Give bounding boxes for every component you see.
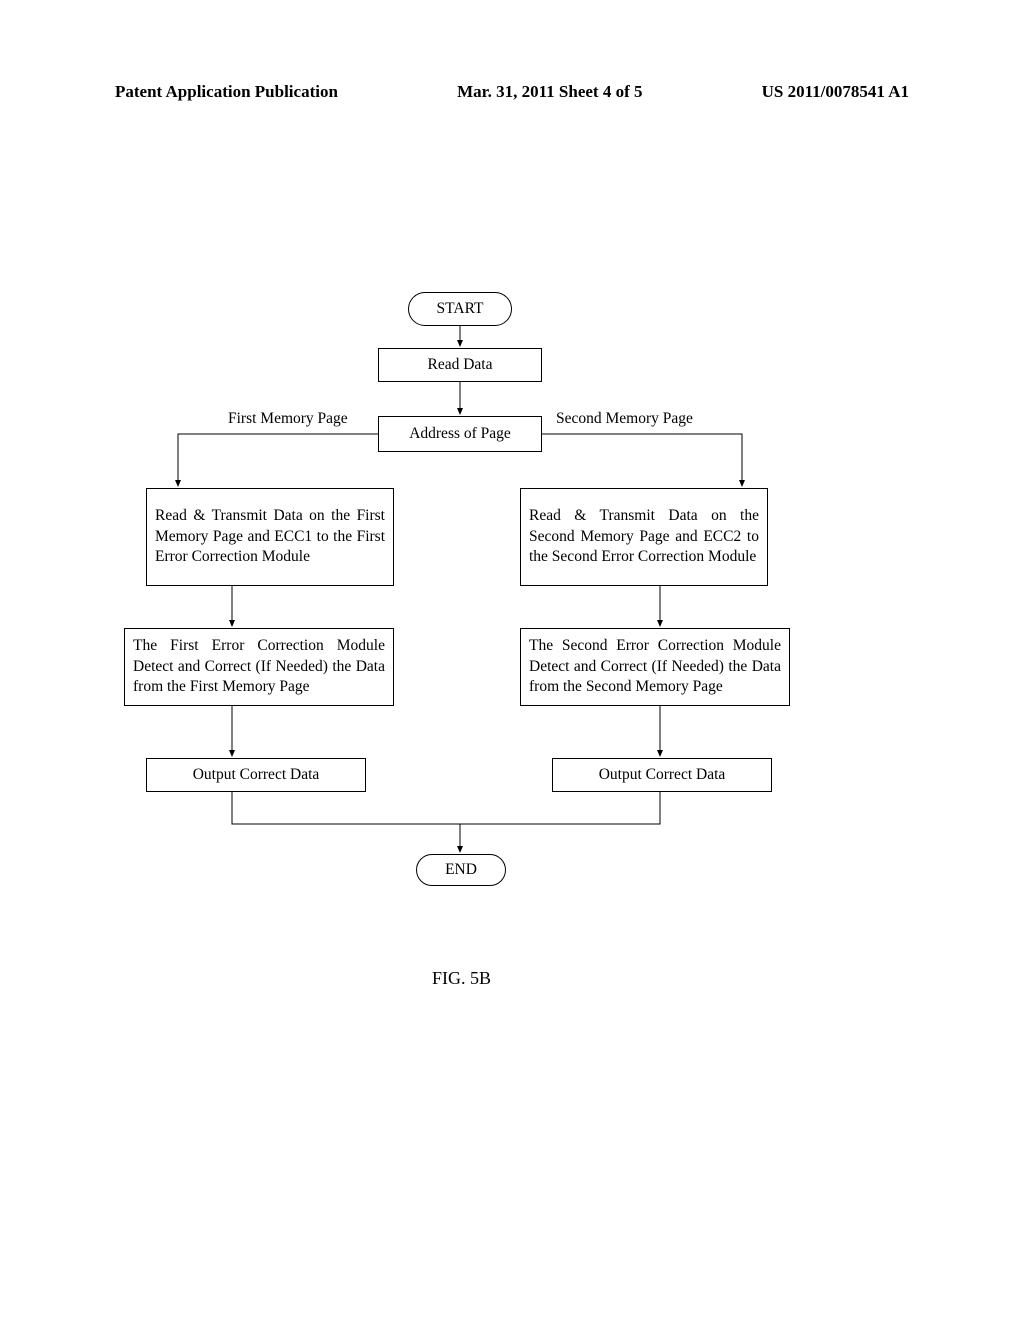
step-read-data: Read Data: [378, 348, 542, 382]
terminal-start: START: [408, 292, 512, 326]
step-right-detect-correct: The Second Error Correction Module Detec…: [520, 628, 790, 706]
step-left-read-transmit-label: Read & Transmit Data on the First Memory…: [155, 506, 385, 569]
terminal-end-label: END: [445, 861, 477, 879]
step-left-output-label: Output Correct Data: [193, 766, 320, 784]
branch-label-second-memory-page: Second Memory Page: [556, 410, 693, 428]
step-left-output: Output Correct Data: [146, 758, 366, 792]
terminal-start-label: START: [437, 300, 484, 318]
decision-address-label: Address of Page: [409, 425, 511, 443]
header-right: US 2011/0078541 A1: [762, 82, 909, 102]
header-left: Patent Application Publication: [115, 82, 338, 102]
step-right-read-transmit-label: Read & Transmit Data on the Second Memor…: [529, 506, 759, 569]
page-header: Patent Application Publication Mar. 31, …: [115, 82, 909, 102]
figure-caption: FIG. 5B: [432, 968, 491, 989]
decision-address-of-page: Address of Page: [378, 416, 542, 452]
step-right-detect-correct-label: The Second Error Correction Module Detec…: [529, 636, 781, 699]
step-left-detect-correct-label: The First Error Correction Module Detect…: [133, 636, 385, 699]
branch-label-first-memory-page: First Memory Page: [228, 410, 348, 428]
step-right-output: Output Correct Data: [552, 758, 772, 792]
header-center: Mar. 31, 2011 Sheet 4 of 5: [457, 82, 642, 102]
terminal-end: END: [416, 854, 506, 886]
step-right-output-label: Output Correct Data: [599, 766, 726, 784]
step-right-read-transmit: Read & Transmit Data on the Second Memor…: [520, 488, 768, 586]
step-left-read-transmit: Read & Transmit Data on the First Memory…: [146, 488, 394, 586]
step-left-detect-correct: The First Error Correction Module Detect…: [124, 628, 394, 706]
step-read-data-label: Read Data: [428, 356, 493, 374]
